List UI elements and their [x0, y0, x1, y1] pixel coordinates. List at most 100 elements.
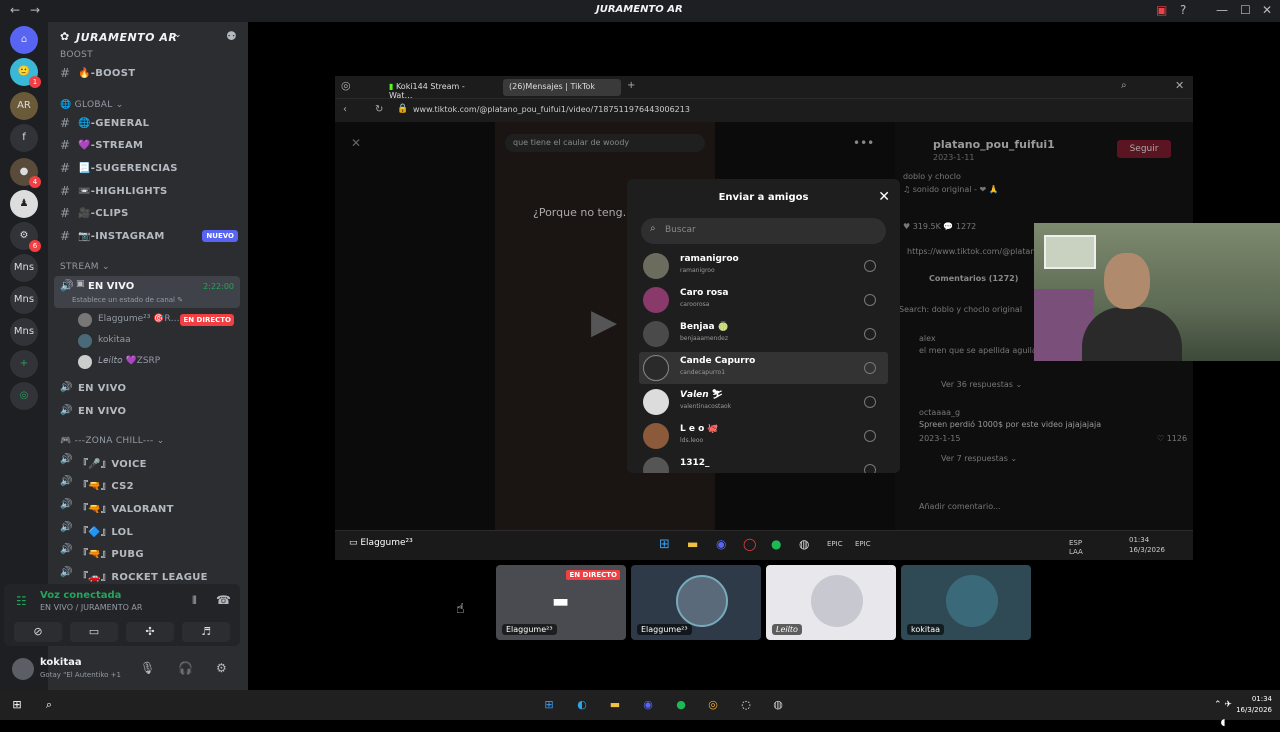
inbox-icon[interactable]: ▣ — [1156, 3, 1167, 17]
minimize-icon[interactable]: — — [1216, 3, 1228, 17]
voice-channel-lol[interactable]: 🔊 『🔷』LOL — [56, 519, 242, 539]
select-radio[interactable] — [864, 396, 876, 408]
server-icon-6[interactable]: ⚙ 6 — [10, 222, 41, 252]
browser-tab-tiktok[interactable]: (26)Mensajes | TikTok — [503, 79, 621, 96]
screen-share-button[interactable]: ▭ — [70, 622, 118, 642]
select-radio[interactable] — [864, 362, 876, 374]
category-zona-chill[interactable]: 🎮 ---ZONA CHILL--- ⌄ — [60, 436, 165, 446]
help-icon[interactable]: ? — [1180, 3, 1186, 17]
server-icon-5[interactable]: ♟ — [10, 190, 38, 218]
participant-tile-stream[interactable]: ▬ EN DIRECTO Elaggume²³ — [496, 565, 626, 640]
close-video-icon[interactable]: ✕ — [351, 136, 361, 150]
channel-instagram[interactable]: # 📷-INSTAGRAM NUEVO — [56, 227, 242, 247]
comments-title[interactable]: Comentarios (1272) — [929, 274, 1018, 283]
close-icon[interactable]: ✕ — [1262, 3, 1272, 17]
set-channel-status[interactable]: Establece un estado de canal ✎ — [72, 296, 183, 304]
channel-sugerencias[interactable]: # 📃-SUGERENCIAS — [56, 159, 242, 179]
voice-channel-link[interactable]: EN VIVO / JURAMENTO AR — [40, 603, 142, 612]
voice-channel-en-vivo-2[interactable]: 🔊 EN VIVO — [56, 379, 242, 399]
activities-button[interactable]: ✣ — [126, 622, 174, 642]
follow-button[interactable]: Seguir — [1117, 140, 1171, 158]
friend-row[interactable]: Benjaa 🍈 benjaaamendez — [639, 318, 888, 350]
comment-user[interactable]: alex — [919, 334, 936, 343]
participant-tile[interactable]: kokitaa — [901, 565, 1031, 640]
avatar[interactable] — [12, 658, 34, 680]
channel-boost[interactable]: # 🔥-BOOST — [56, 64, 242, 84]
friends-search-input[interactable]: ⌕ Buscar — [641, 218, 886, 244]
friend-row[interactable]: L e o 🐙 lds.leoo — [639, 420, 888, 452]
server-icon-mns-1[interactable]: Mns — [10, 254, 38, 282]
forward-arrow-icon[interactable]: → — [30, 3, 40, 17]
voice-user[interactable]: kokitaa — [78, 331, 238, 351]
channel-general[interactable]: # 🌐-GENERAL — [56, 114, 242, 134]
friend-row[interactable]: Caro rosa caroorosa — [639, 284, 888, 316]
view-replies[interactable]: Ver 36 respuestas ⌄ — [941, 380, 1022, 389]
server-icon-mns-3[interactable]: Mns — [10, 318, 38, 346]
back-arrow-icon[interactable]: ← — [10, 3, 20, 17]
settings-gear-icon[interactable]: ⚙ — [216, 661, 227, 675]
voice-channel-en-vivo-active[interactable]: 🔊 ▣ EN VIVO 2:22:00 Establece un estado … — [54, 276, 240, 308]
select-radio[interactable] — [864, 294, 876, 306]
view-replies[interactable]: Ver 7 respuestas ⌄ — [941, 454, 1017, 463]
category-boost[interactable]: BOOST — [60, 50, 93, 60]
server-icon-juramento[interactable]: AR — [10, 92, 38, 120]
start-icon[interactable]: ⊞ — [8, 696, 26, 714]
more-options-icon[interactable]: ••• — [853, 136, 874, 150]
friend-row[interactable]: 𝙑𝙖𝙡𝙚𝙣 ⛷ valentinacostaok — [639, 386, 888, 418]
select-radio[interactable] — [864, 260, 876, 272]
camera-off-button[interactable]: ⊘ — [14, 622, 62, 642]
search-icon[interactable]: ⌕ — [40, 696, 58, 714]
tray-icons[interactable]: ⌃ ✈ ◖ — [1214, 696, 1232, 728]
file-explorer-icon[interactable]: ▬ — [606, 696, 624, 714]
video-link[interactable]: https://www.tiktok.com/@platano… — [907, 247, 1048, 256]
voice-channel-pubg[interactable]: 🔊 『🔫』PUBG — [56, 541, 242, 561]
add-member-icon[interactable]: ⚉ — [226, 29, 237, 43]
browser-tab-stream[interactable]: ▮ Koki144 Stream - Wat… — [383, 79, 495, 100]
headphones-icon[interactable]: 🎧 — [178, 661, 193, 675]
server-icon-f[interactable]: f — [10, 124, 38, 152]
direct-messages-icon[interactable]: ⌂ — [10, 26, 38, 54]
channel-highlights[interactable]: # 📼-HIGHLIGHTS — [56, 182, 242, 202]
channel-stream[interactable]: # 💜-STREAM — [56, 136, 242, 156]
new-tab-icon[interactable]: + — [627, 80, 635, 91]
back-icon[interactable]: ‹ — [343, 104, 347, 115]
comment-likes[interactable]: ♡ 1126 — [1157, 434, 1187, 443]
edge-icon[interactable]: ◐ — [573, 696, 591, 714]
play-icon[interactable]: ▶ — [591, 302, 617, 342]
add-comment-input[interactable]: Añadir comentario... — [919, 502, 1001, 511]
voice-channel-rocket-league[interactable]: 🔊 『🚗』ROCKET LEAGUE — [56, 564, 242, 584]
sound-label[interactable]: ♫ sonido original - ❤ 🙏 — [903, 185, 999, 194]
discover-icon[interactable]: ◎ — [10, 382, 38, 410]
obs-icon[interactable]: ◌ — [737, 696, 755, 714]
select-radio[interactable] — [864, 430, 876, 442]
voice-channel-cs2[interactable]: 🔊 『🔫』CS2 — [56, 473, 242, 493]
soundboard-button[interactable]: ♬ — [182, 622, 230, 642]
friend-row[interactable]: 1312_ — [639, 454, 888, 473]
maximize-icon[interactable]: ☐ — [1240, 3, 1251, 17]
noise-suppression-icon[interactable]: ⦀ — [192, 594, 197, 608]
windows-icon[interactable]: ⊞ — [540, 696, 558, 714]
voice-user[interactable]: 𝘓𝘦𝘪𝘭𝘵𝘰 💜ZSRP — [78, 352, 238, 372]
friend-row[interactable]: Cande Capurro candecapurro1 — [639, 352, 888, 384]
select-radio[interactable] — [864, 328, 876, 340]
channel-clips[interactable]: # 🎥-CLIPS — [56, 204, 242, 224]
voice-channel-en-vivo-3[interactable]: 🔊 EN VIVO — [56, 402, 242, 422]
select-radio[interactable] — [864, 464, 876, 473]
add-server-icon[interactable]: + — [10, 350, 38, 378]
guild-header[interactable]: ✿ JURAMENTO AR ⌄ ⚉ — [48, 22, 248, 52]
close-icon[interactable]: ✕ — [878, 189, 890, 205]
url-field[interactable]: www.tiktok.com/@platano_pou_fuifui1/vide… — [413, 105, 690, 114]
reload-icon[interactable]: ↻ — [375, 104, 383, 115]
category-stream[interactable]: STREAM ⌄ — [60, 262, 110, 272]
steam-icon[interactable]: ◍ — [769, 696, 787, 714]
category-global[interactable]: 🌐 GLOBAL ⌄ — [60, 100, 124, 110]
voice-user[interactable]: Elaggume²³ 🎯R… EN DIRECTO — [78, 310, 238, 330]
participant-tile[interactable]: 𝘓𝘦𝘪𝘭𝘵𝘰 — [766, 565, 896, 640]
discord-icon[interactable]: ◉ — [639, 696, 657, 714]
spotify-icon[interactable]: ● — [672, 696, 690, 714]
participant-tile[interactable]: Elaggume²³ — [631, 565, 761, 640]
server-icon-mns-2[interactable]: Mns — [10, 286, 38, 314]
server-icon-4[interactable]: ● 4 — [10, 158, 41, 188]
voice-channel-voice[interactable]: 🔊 『🎤』VOICE — [56, 451, 242, 471]
voice-channel-valorant[interactable]: 🔊 『🔫』VALORANT — [56, 496, 242, 516]
